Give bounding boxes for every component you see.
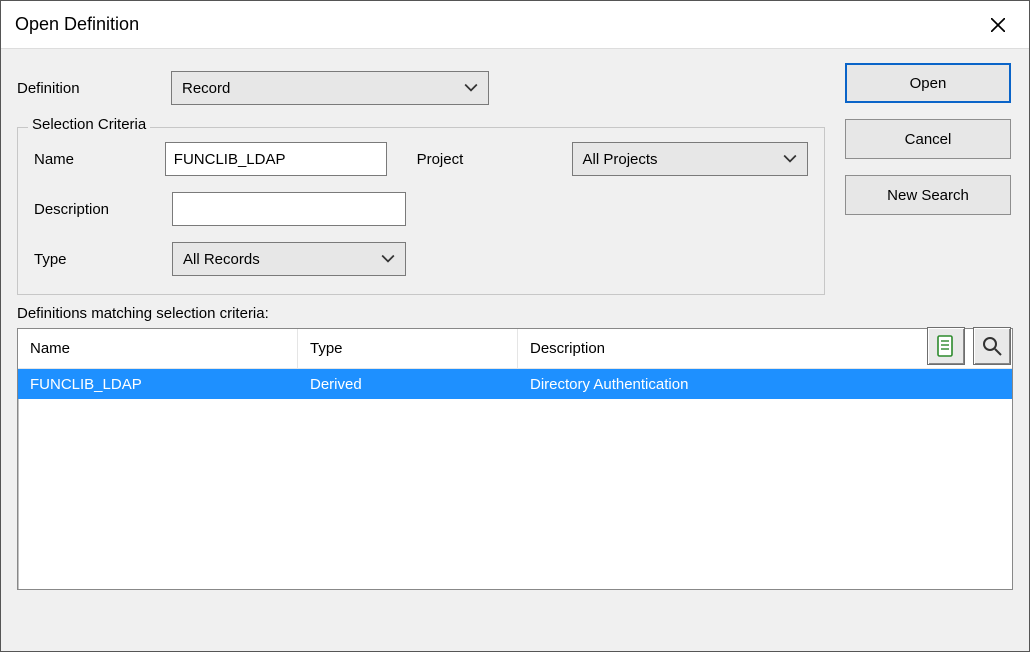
column-header-name[interactable]: Name (18, 329, 298, 368)
description-label: Description (34, 201, 162, 218)
button-panel: Open Cancel New Search (845, 63, 1011, 215)
type-value: All Records (183, 251, 260, 268)
table-row[interactable]: FUNCLIB_LDAP Derived Directory Authentic… (18, 369, 1012, 399)
close-icon (991, 18, 1005, 32)
chevron-down-icon (381, 254, 395, 264)
open-button[interactable]: Open (845, 63, 1011, 103)
chevron-down-icon (783, 154, 797, 164)
results-listbox[interactable]: Name Type Description FUNCLIB_LDAP Deriv… (17, 328, 1013, 590)
description-input[interactable] (172, 192, 406, 226)
project-value: All Projects (583, 151, 658, 168)
cancel-button[interactable]: Cancel (845, 119, 1011, 159)
name-label: Name (34, 151, 155, 168)
dialog-body: Open Cancel New Search Definit (1, 49, 1029, 651)
type-row: Type All Records (34, 242, 808, 276)
column-header-type[interactable]: Type (298, 329, 518, 368)
results-header: Name Type Description (18, 329, 1012, 369)
project-select[interactable]: All Projects (572, 142, 808, 176)
cell-name: FUNCLIB_LDAP (18, 376, 298, 393)
name-input[interactable] (165, 142, 387, 176)
type-select[interactable]: All Records (172, 242, 406, 276)
results-label: Definitions matching selection criteria: (17, 305, 1013, 322)
selection-criteria-group: Selection Criteria Name Project All Proj… (17, 127, 825, 295)
open-definition-dialog: Open Definition Open Cancel New Search (0, 0, 1030, 652)
definition-label: Definition (17, 80, 153, 97)
cell-description: Directory Authentication (518, 376, 1012, 393)
definition-value: Record (182, 80, 230, 97)
list-icon (936, 335, 956, 357)
definition-select[interactable]: Record (171, 71, 489, 105)
type-label: Type (34, 251, 162, 268)
dialog-title: Open Definition (15, 14, 139, 35)
name-row: Name Project All Projects (34, 142, 808, 176)
description-row: Description (34, 192, 808, 226)
cell-type: Derived (298, 376, 518, 393)
close-button[interactable] (975, 9, 1021, 41)
selection-criteria-legend: Selection Criteria (28, 116, 150, 133)
list-view-button[interactable] (927, 327, 965, 365)
search-view-button[interactable] (973, 327, 1011, 365)
new-search-button[interactable]: New Search (845, 175, 1011, 215)
chevron-down-icon (464, 83, 478, 93)
results-toolbar (927, 327, 1011, 365)
titlebar: Open Definition (1, 1, 1029, 49)
magnifier-icon (981, 335, 1003, 357)
project-label: Project (417, 151, 502, 168)
